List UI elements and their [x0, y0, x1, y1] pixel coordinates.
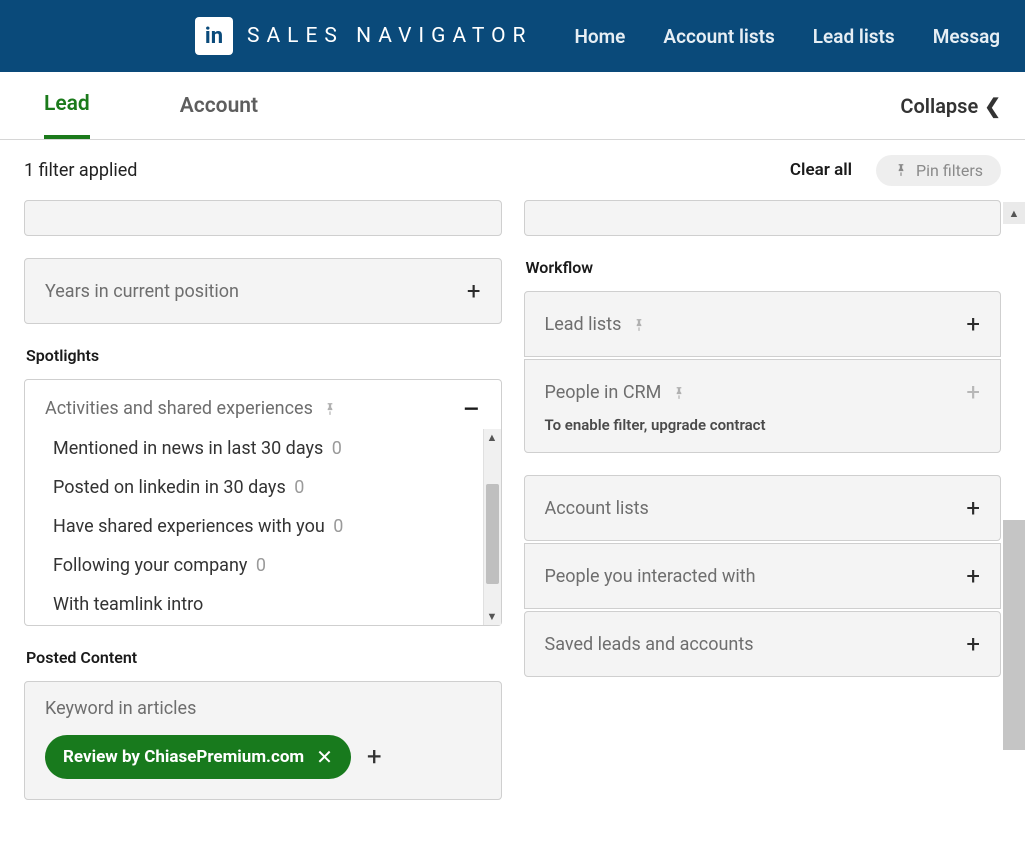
nav-home[interactable]: Home	[574, 25, 625, 48]
right-column: Workflow Lead lists + People in CRM + To…	[524, 200, 1002, 847]
filter-label: Keyword in articles	[45, 698, 481, 719]
filter-label: Lead lists	[545, 314, 646, 335]
tab-lead[interactable]: Lead	[44, 72, 90, 139]
prev-filter-stub[interactable]	[24, 200, 502, 236]
pin-filters-button[interactable]: Pin filters	[876, 155, 1001, 186]
navbar: in SALES NAVIGATOR Home Account lists Le…	[0, 0, 1025, 72]
opt-posted-linkedin[interactable]: Posted on linkedin in 30 days 0	[53, 468, 493, 507]
nav-messaging[interactable]: Messag	[933, 25, 1000, 48]
linkedin-logo-icon: in	[195, 17, 233, 55]
filter-people-interacted[interactable]: People you interacted with +	[524, 543, 1002, 609]
keyword-chip[interactable]: Review by ChiasePremium.com ✕	[45, 735, 351, 779]
filter-label: Saved leads and accounts	[545, 634, 754, 655]
plus-icon: +	[966, 494, 980, 522]
plus-icon: +	[966, 378, 980, 406]
main-area: Years in current position + Spotlights A…	[0, 200, 1025, 847]
filter-label: People you interacted with	[545, 566, 756, 587]
filter-keyword-articles: Keyword in articles Review by ChiasePrem…	[24, 681, 502, 800]
clear-all-button[interactable]: Clear all	[790, 160, 852, 180]
filter-label: Activities and shared experiences	[45, 398, 313, 419]
tab-row: Lead Account Collapse ❮	[0, 72, 1025, 140]
spotlights-heading: Spotlights	[26, 346, 502, 365]
nav-links: Home Account lists Lead lists Messag	[574, 25, 1000, 48]
collapse-button[interactable]: Collapse ❮	[900, 94, 1001, 118]
filter-saved-leads-accounts[interactable]: Saved leads and accounts +	[524, 611, 1002, 677]
remove-chip-icon[interactable]: ✕	[316, 745, 333, 769]
plus-icon: +	[966, 310, 980, 338]
tab-account[interactable]: Account	[180, 72, 258, 139]
filter-label: Years in current position	[45, 281, 239, 302]
filter-label: Account lists	[545, 498, 649, 519]
filter-count: 1 filter applied	[24, 160, 137, 181]
pin-icon	[672, 386, 686, 400]
chip-text: Review by ChiasePremium.com	[63, 747, 304, 767]
left-column: Years in current position + Spotlights A…	[24, 200, 502, 847]
pin-icon	[894, 163, 908, 177]
activities-option-list: Mentioned in news in last 30 days 0 Post…	[25, 429, 501, 625]
add-keyword-icon[interactable]: +	[367, 742, 382, 772]
collapse-label: Collapse	[900, 94, 978, 118]
prev-filter-stub-right[interactable]	[524, 200, 1002, 236]
nav-lead-lists[interactable]: Lead lists	[813, 25, 895, 48]
opt-shared-experiences[interactable]: Have shared experiences with you 0	[53, 507, 493, 546]
filter-account-lists[interactable]: Account lists +	[524, 475, 1002, 541]
opt-following-company[interactable]: Following your company 0	[53, 546, 493, 585]
workflow-heading: Workflow	[526, 258, 1002, 277]
panel-scroll-up-icon[interactable]: ▲	[1003, 202, 1025, 224]
scroll-thumb[interactable]	[486, 484, 499, 584]
posted-content-heading: Posted Content	[26, 648, 502, 667]
crm-upgrade-hint: To enable filter, upgrade contract	[545, 416, 981, 434]
filter-activities-shared: Activities and shared experiences − Ment…	[24, 379, 502, 626]
collapse-icon[interactable]: −	[462, 401, 480, 417]
filter-years-current-position[interactable]: Years in current position +	[24, 258, 502, 324]
plus-icon: +	[966, 562, 980, 590]
pin-icon	[632, 318, 646, 332]
app-title: SALES NAVIGATOR	[247, 24, 532, 48]
opt-mentioned-news[interactable]: Mentioned in news in last 30 days 0	[53, 429, 493, 468]
option-scrollbar[interactable]: ▲ ▼	[483, 429, 501, 625]
panel-scroll-thumb[interactable]	[1003, 520, 1025, 750]
scroll-up-icon: ▲	[487, 429, 498, 446]
filter-people-crm: People in CRM + To enable filter, upgrad…	[524, 359, 1002, 453]
opt-teamlink-intro[interactable]: With teamlink intro	[53, 585, 493, 624]
pin-icon[interactable]	[323, 402, 337, 416]
filter-lead-lists[interactable]: Lead lists +	[524, 291, 1002, 357]
nav-account-lists[interactable]: Account lists	[663, 25, 774, 48]
filter-label: People in CRM	[545, 382, 686, 403]
plus-icon: +	[467, 277, 481, 305]
chevron-left-icon: ❮	[984, 94, 1001, 118]
plus-icon: +	[966, 630, 980, 658]
pin-filters-label: Pin filters	[916, 161, 983, 180]
scroll-down-icon: ▼	[487, 608, 498, 625]
filter-toolbar: 1 filter applied Clear all Pin filters	[0, 140, 1025, 200]
